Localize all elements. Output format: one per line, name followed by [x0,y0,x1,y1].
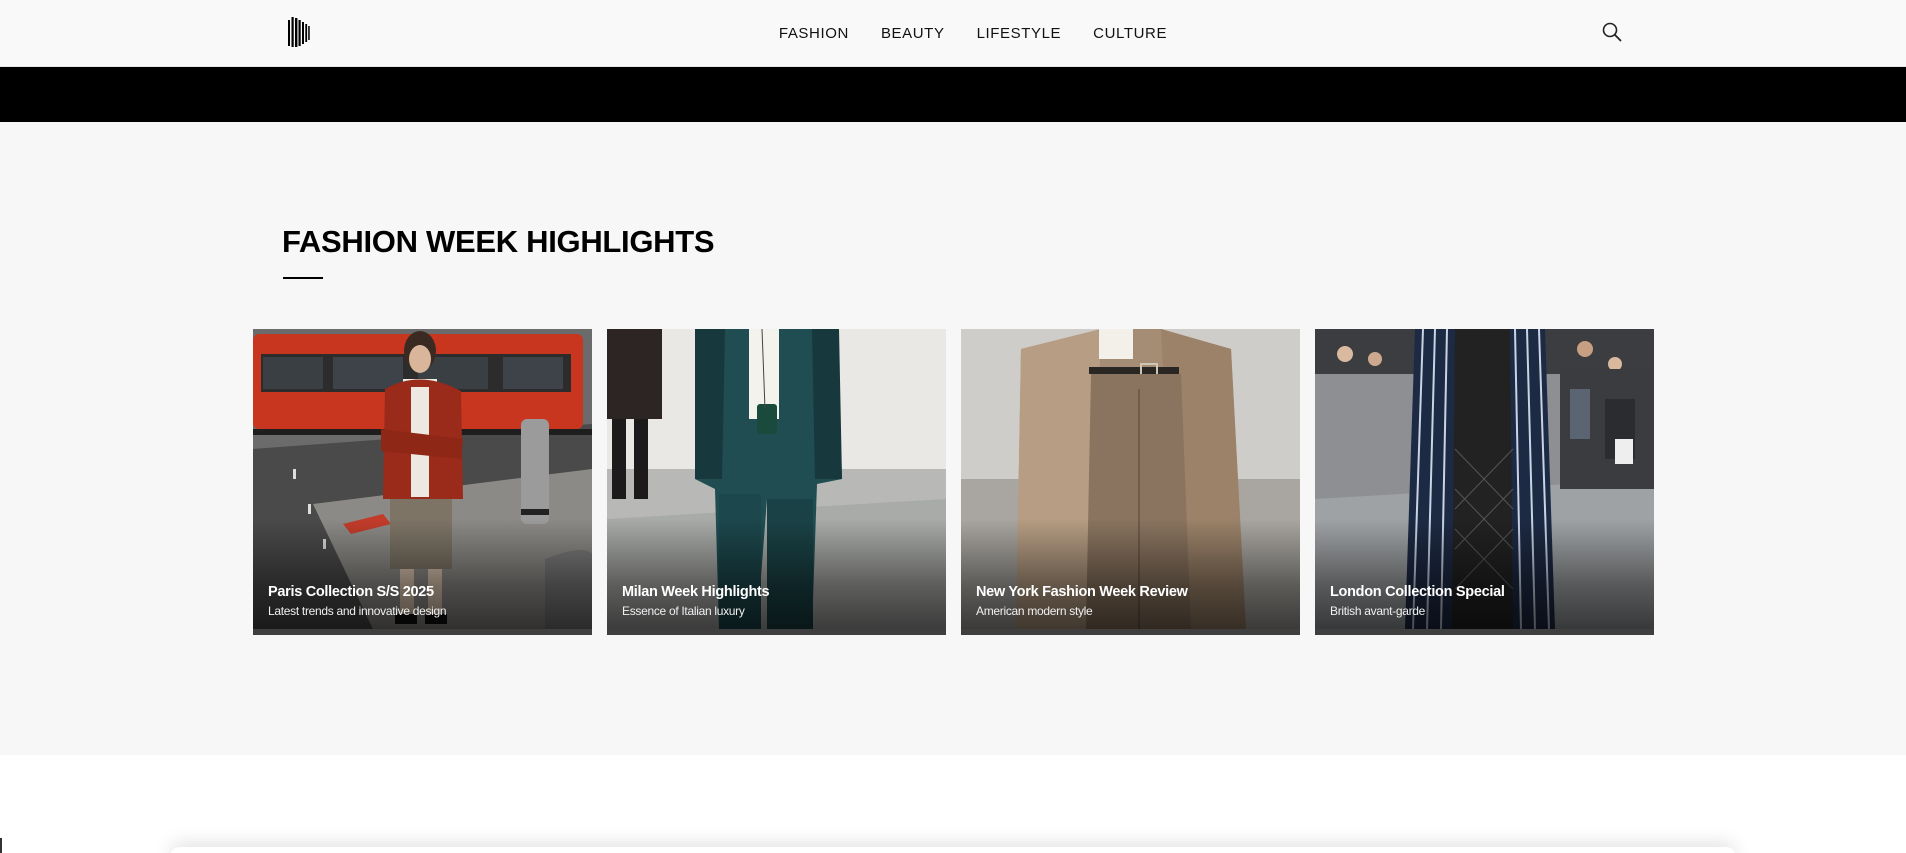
card-title: London Collection Special [1330,584,1505,600]
nav-item-fashion[interactable]: FASHION [779,25,849,42]
card-subtitle: Essence of Italian luxury [622,604,745,618]
lower-content [0,755,1906,853]
title-underline [283,277,323,279]
search-icon[interactable] [1601,21,1623,43]
card-title: Paris Collection S/S 2025 [268,584,434,600]
card-subtitle: American modern style [976,604,1093,618]
card-milan-week[interactable]: Milan Week Highlights Essence of Italian… [607,329,946,635]
card-bottom-bar [961,629,1300,635]
card-london-special[interactable]: London Collection Special British avant-… [1315,329,1654,635]
card-paris-collection[interactable]: Paris Collection S/S 2025 Latest trends … [253,329,592,635]
card-subtitle: British avant-garde [1330,604,1426,618]
card-title: New York Fashion Week Review [976,584,1188,600]
black-banner [0,67,1906,122]
section-title: FASHION WEEK HIGHLIGHTS [282,224,715,259]
card-subtitle: Latest trends and innovative design [268,604,447,618]
card-bottom-bar [1315,629,1654,635]
next-panel-edge [170,847,1736,853]
card-new-york-review[interactable]: New York Fashion Week Review American mo… [961,329,1300,635]
card-title: Milan Week Highlights [622,584,770,600]
site-header: FASHION BEAUTY LIFESTYLE CULTURE [0,0,1906,67]
nav-item-lifestyle[interactable]: LIFESTYLE [977,25,1062,42]
nav-item-culture[interactable]: CULTURE [1093,25,1167,42]
highlight-cards: Paris Collection S/S 2025 Latest trends … [253,329,1654,635]
card-bottom-bar [607,629,946,635]
page-edge-marker [0,838,2,853]
fashion-week-section: FASHION WEEK HIGHLIGHTS Paris Collection… [0,122,1906,755]
card-bottom-bar [253,629,592,635]
nav-item-beauty[interactable]: BEAUTY [881,25,945,42]
